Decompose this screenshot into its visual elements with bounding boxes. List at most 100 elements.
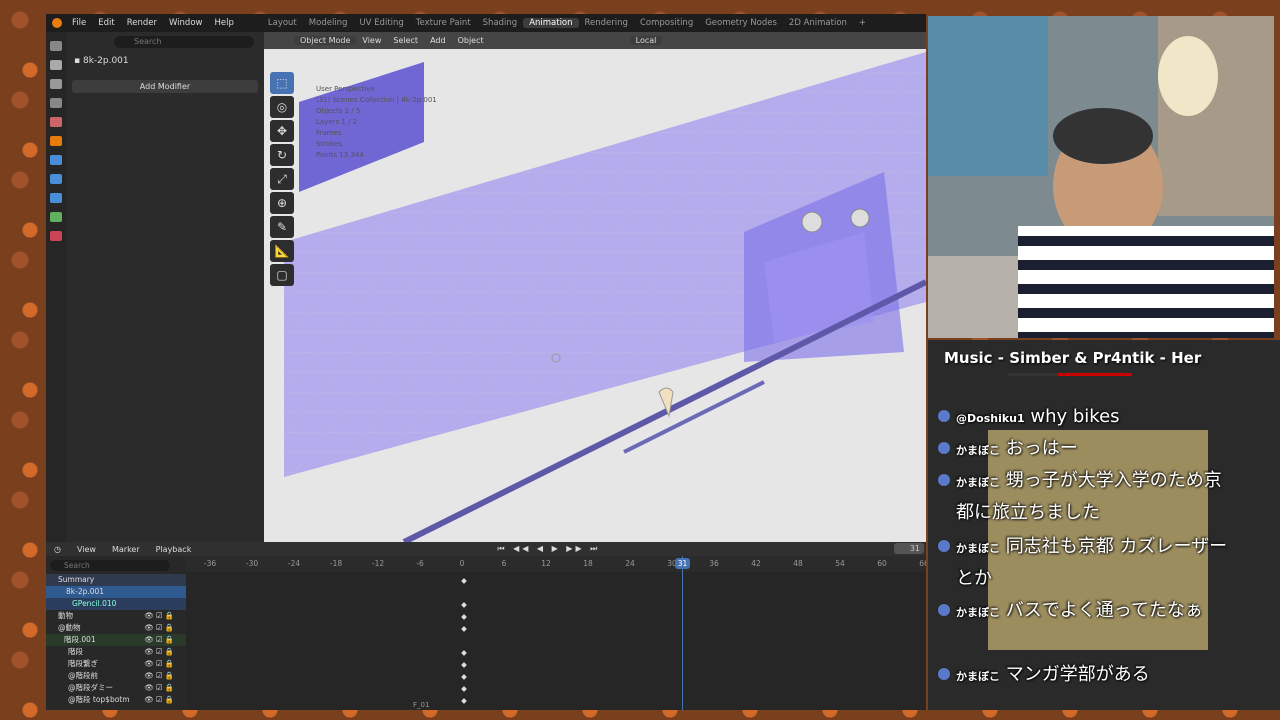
physics-icon[interactable] [50, 193, 62, 203]
tab-layout[interactable]: Layout [262, 18, 303, 28]
tab-shading[interactable]: Shading [477, 18, 524, 28]
modifier-wrench-icon[interactable] [50, 155, 62, 165]
keyframe[interactable] [461, 578, 467, 584]
keyframe[interactable] [461, 662, 467, 668]
render-icon[interactable] [50, 60, 62, 70]
chat-username: @Doshiku1 [956, 412, 1025, 425]
output-icon[interactable] [50, 79, 62, 89]
channel-layer[interactable]: @階段ダミー 👁☑🔒 [46, 682, 186, 694]
avatar [938, 410, 950, 422]
keyframe[interactable] [461, 602, 467, 608]
tab-modeling[interactable]: Modeling [303, 18, 354, 28]
ruler-tick: 66 [919, 559, 926, 568]
tab-uv-editing[interactable]: UV Editing [353, 18, 409, 28]
channel-layer[interactable]: @階段前 👁☑🔒 [46, 670, 186, 682]
add-workspace-icon[interactable]: + [853, 18, 872, 28]
view-layer-icon[interactable] [50, 98, 62, 108]
channel-layer[interactable]: @動物 👁☑🔒 [46, 622, 186, 634]
particles-icon[interactable] [50, 174, 62, 184]
rotate-icon[interactable]: ↻ [270, 144, 294, 166]
chat-username: かまぼこ [956, 542, 1000, 555]
add-cube-icon[interactable]: ▢ [270, 264, 294, 286]
timeline-menu-marker[interactable]: Marker [104, 545, 148, 554]
blender-window: File Edit Render Window Help Layout Mode… [46, 14, 926, 710]
scale-icon[interactable]: ⤢ [270, 168, 294, 190]
keyframe-area[interactable]: -36-30-24-18-12-606121824303642485460667… [186, 556, 926, 710]
channel-gpencil[interactable]: GPencil.010 [46, 598, 186, 610]
material-icon[interactable] [50, 231, 62, 241]
overlay-line: Strokes [316, 140, 342, 148]
tab-rendering[interactable]: Rendering [579, 18, 634, 28]
frame-ruler[interactable]: -36-30-24-18-12-606121824303642485460667… [186, 556, 926, 572]
ruler-tick: -6 [416, 559, 424, 568]
playhead[interactable] [682, 556, 683, 710]
menu-window[interactable]: Window [163, 18, 209, 28]
tab-animation[interactable]: Animation [523, 18, 579, 28]
channel-group[interactable]: 階段.001 👁☑🔒 [46, 634, 186, 646]
channel-layer[interactable]: 階段 👁☑🔒 [46, 646, 186, 658]
viewport-menu-view[interactable]: View [356, 36, 387, 45]
tab-compositing[interactable]: Compositing [634, 18, 699, 28]
tab-texture-paint[interactable]: Texture Paint [410, 18, 477, 28]
viewport-menu-add[interactable]: Add [424, 36, 452, 45]
tab-geometry-nodes[interactable]: Geometry Nodes [699, 18, 783, 28]
channel-layer[interactable]: 階段繋ぎ 👁☑🔒 [46, 658, 186, 670]
constraints-icon[interactable] [50, 212, 62, 222]
chat-username: かまぼこ [956, 606, 1000, 619]
viewport-menu-object[interactable]: Object [452, 36, 490, 45]
cursor-icon[interactable]: ◎ [270, 96, 294, 118]
menu-help[interactable]: Help [208, 18, 239, 28]
chat-message: @Doshiku1 why bikes [938, 402, 1238, 434]
keyframe[interactable] [461, 674, 467, 680]
transform-icon[interactable]: ⊕ [270, 192, 294, 214]
playhead-frame-label[interactable]: 31 [675, 558, 690, 569]
timeline-menu-playback[interactable]: Playback [148, 545, 200, 554]
menu-render[interactable]: Render [121, 18, 163, 28]
ruler-tick: 0 [459, 559, 465, 568]
channel-layer[interactable]: 動物 👁☑🔒 [46, 610, 186, 622]
chat-message: かまぼこ 同志社も京都 カズレーザーとか [938, 532, 1238, 594]
scene-icon[interactable] [50, 117, 62, 127]
channel-summary[interactable]: Summary [46, 574, 186, 586]
keyframe[interactable] [461, 686, 467, 692]
overlay-line: (31) Scenes Collection | 8k-2p.001 [316, 96, 437, 104]
object-icon[interactable] [50, 136, 62, 146]
ruler-tick: 24 [625, 559, 635, 568]
chat-username: かまぼこ [956, 670, 1000, 683]
keyframe[interactable] [461, 698, 467, 704]
menu-file[interactable]: File [66, 18, 92, 28]
menu-edit[interactable]: Edit [92, 18, 120, 28]
move-icon[interactable]: ✥ [270, 120, 294, 142]
current-frame-field[interactable]: 31 [894, 543, 924, 554]
3d-viewport[interactable]: Object Mode View Select Add Object Local… [264, 32, 926, 542]
object-mode-dropdown[interactable]: Object Mode [294, 36, 357, 45]
properties-tab-strip [46, 32, 66, 542]
properties-search-input[interactable]: Search [114, 36, 254, 48]
blender-logo-icon[interactable] [52, 18, 62, 28]
overlay-line: Frames [316, 129, 342, 137]
clock-icon[interactable]: ◷ [46, 545, 69, 554]
keyframe[interactable] [461, 626, 467, 632]
measure-icon[interactable]: 📐 [270, 240, 294, 262]
transform-orientation-dropdown[interactable]: Local [629, 36, 663, 45]
keyframe[interactable] [461, 614, 467, 620]
object-name-field[interactable]: ▪ 8k-2p.001 [74, 56, 129, 66]
top-menu-bar: File Edit Render Window Help Layout Mode… [46, 14, 926, 32]
channel-object[interactable]: 8k-2p.001 [46, 586, 186, 598]
select-box-icon[interactable]: ⬚ [270, 72, 294, 94]
avatar [938, 540, 950, 552]
keyframe[interactable] [461, 650, 467, 656]
ruler-tick: 42 [751, 559, 761, 568]
viewport-menu-select[interactable]: Select [387, 36, 424, 45]
music-progress-bar [1008, 373, 1132, 376]
annotate-icon[interactable]: ✎ [270, 216, 294, 238]
tab-2d-animation[interactable]: 2D Animation [783, 18, 853, 28]
channel-search-input[interactable]: Search [50, 560, 170, 571]
playback-controls[interactable]: ⏮ ◀◀ ◀ ▶ ▶▶ ⏭ [489, 544, 608, 554]
timeline-menu-view[interactable]: View [69, 545, 104, 554]
tool-icon[interactable] [50, 41, 62, 51]
channel-layer[interactable]: @階段 top$botm 👁☑🔒 [46, 694, 186, 706]
viewport-overlay-stats: User Perspective (31) Scenes Collection … [316, 84, 437, 161]
properties-panel: Search ▪ 8k-2p.001 Add Modifier [66, 32, 264, 542]
add-modifier-button[interactable]: Add Modifier [72, 80, 258, 93]
